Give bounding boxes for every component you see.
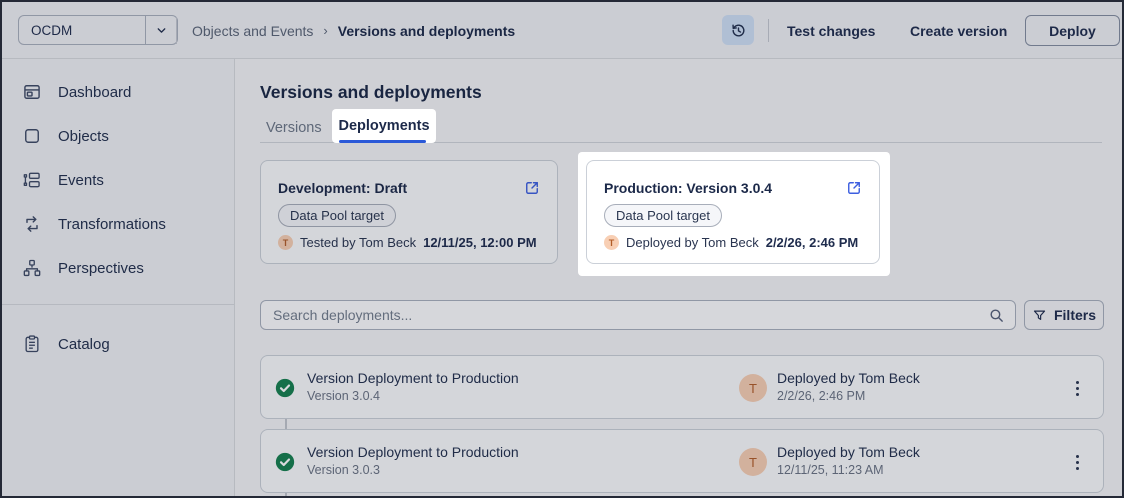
deployment-by: Deployed by Tom Beck	[777, 370, 920, 386]
timeline-connector	[285, 419, 287, 429]
sidebar-item-perspectives[interactable]: Perspectives	[2, 246, 234, 290]
search-deployments-box	[260, 300, 1016, 330]
check-circle-icon	[275, 452, 295, 472]
catalog-icon	[22, 334, 42, 354]
tab-deployments[interactable]: Deployments	[332, 109, 436, 143]
avatar: T	[739, 374, 767, 402]
production-card-title: Production: Version 3.0.4	[604, 180, 773, 196]
model-selector-dropdown[interactable]: OCDM	[18, 15, 178, 45]
deploy-button[interactable]: Deploy	[1025, 15, 1120, 46]
target-chip: Data Pool target	[604, 204, 722, 227]
card-meta: T Deployed by Tom Beck 2/2/26, 2:46 PM	[604, 235, 858, 250]
app-window: OCDM Objects and Events › Versions and d…	[0, 0, 1124, 498]
sidebar-item-label: Catalog	[58, 335, 110, 353]
chevron-down-icon	[146, 24, 177, 37]
sidebar-item-objects[interactable]: Objects	[2, 114, 234, 158]
page-title: Versions and deployments	[260, 82, 482, 102]
dashboard-icon	[22, 82, 42, 102]
sidebar-item-events[interactable]: Events	[2, 158, 234, 202]
transformations-icon	[22, 214, 42, 234]
development-card: Development: Draft Data Pool target T Te…	[260, 160, 558, 264]
breadcrumb-separator: ›	[323, 23, 328, 38]
spotlight-production-card: Production: Version 3.0.4 Data Pool targ…	[578, 152, 890, 276]
sidebar: Dashboard Objects Events Transformations…	[2, 59, 235, 496]
target-chip: Data Pool target	[278, 204, 396, 227]
main-content: Versions and deployments Versions Deploy…	[235, 59, 1122, 496]
filters-button-label: Filters	[1053, 307, 1096, 323]
deployment-version: Version 3.0.4	[307, 389, 380, 403]
timeline-connector	[285, 493, 287, 496]
topbar-divider	[176, 17, 177, 44]
avatar: T	[739, 448, 767, 476]
check-circle-icon	[275, 378, 295, 398]
card-meta-text: Tested by Tom Beck	[300, 235, 417, 250]
filters-button[interactable]: Filters	[1024, 300, 1104, 330]
avatar: T	[604, 235, 619, 250]
objects-icon	[22, 126, 42, 146]
deployment-row[interactable]: Version Deployment to Production Version…	[260, 355, 1104, 419]
perspectives-icon	[22, 258, 42, 278]
card-meta-text: Deployed by Tom Beck	[626, 235, 759, 250]
search-input[interactable]	[261, 301, 1015, 329]
events-icon	[22, 170, 42, 190]
external-link-icon[interactable]	[523, 179, 541, 197]
deployment-row[interactable]: Version Deployment to Production Version…	[260, 429, 1104, 493]
card-meta: T Tested by Tom Beck 12/11/25, 12:00 PM	[278, 235, 537, 250]
deployment-time: 2/2/26, 2:46 PM	[777, 389, 866, 403]
filter-funnel-icon	[1032, 308, 1047, 323]
history-clock-icon	[730, 22, 747, 39]
avatar: T	[278, 235, 293, 250]
card-meta-time: 2/2/26, 2:46 PM	[765, 235, 859, 250]
sidebar-item-label: Dashboard	[58, 83, 132, 101]
create-version-button[interactable]: Create version	[910, 2, 1007, 59]
deployment-by: Deployed by Tom Beck	[777, 444, 920, 460]
external-link-icon[interactable]	[845, 179, 863, 197]
sidebar-item-label: Events	[58, 171, 104, 189]
sidebar-item-transformations[interactable]: Transformations	[2, 202, 234, 246]
sidebar-item-label: Transformations	[58, 215, 166, 233]
deployment-title: Version Deployment to Production	[307, 370, 519, 386]
sidebar-item-catalog[interactable]: Catalog	[2, 322, 234, 366]
sidebar-item-label: Objects	[58, 127, 109, 145]
deployment-title: Version Deployment to Production	[307, 444, 519, 460]
breadcrumb-objects-and-events[interactable]: Objects and Events	[192, 23, 313, 39]
sidebar-item-dashboard[interactable]: Dashboard	[2, 70, 234, 114]
deployment-version: Version 3.0.3	[307, 463, 380, 477]
active-tab-underline	[339, 140, 426, 143]
topbar-divider-2	[768, 19, 769, 42]
sidebar-item-label: Perspectives	[58, 259, 144, 277]
version-history-button[interactable]	[722, 15, 754, 45]
breadcrumb-current-page: Versions and deployments	[337, 22, 516, 39]
model-selector-value: OCDM	[31, 22, 73, 38]
test-changes-button[interactable]: Test changes	[787, 2, 875, 59]
development-card-title: Development: Draft	[278, 180, 408, 196]
tab-versions[interactable]: Versions	[266, 114, 322, 142]
deployment-time: 12/11/25, 11:23 AM	[777, 463, 884, 477]
sidebar-divider	[2, 304, 234, 305]
kebab-menu-icon[interactable]	[1065, 376, 1089, 400]
kebab-menu-icon[interactable]	[1065, 450, 1089, 474]
top-bar: OCDM Objects and Events › Versions and d…	[2, 2, 1122, 59]
tab-deployments-label: Deployments	[338, 118, 430, 134]
production-card: Production: Version 3.0.4 Data Pool targ…	[586, 160, 880, 264]
card-meta-time: 12/11/25, 12:00 PM	[423, 235, 537, 250]
breadcrumb: Objects and Events › Versions and deploy…	[192, 2, 515, 59]
